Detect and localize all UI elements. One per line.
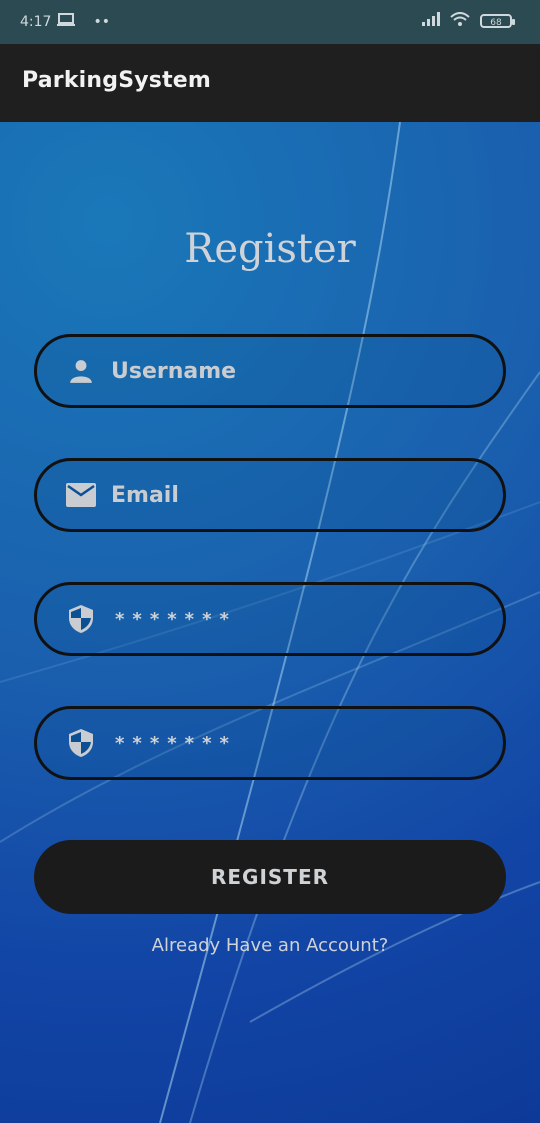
signal-icon xyxy=(422,12,440,30)
username-field[interactable]: Username xyxy=(34,334,506,408)
battery-level: 68 xyxy=(490,18,502,28)
page-title: Register xyxy=(184,226,356,272)
confirm-password-input: ******* xyxy=(115,732,237,754)
wifi-icon xyxy=(450,12,470,30)
app-bar: ParkingSystem xyxy=(0,44,540,122)
shield-icon xyxy=(65,603,97,635)
notification-dots: •• xyxy=(93,14,110,30)
login-link[interactable]: Already Have an Account? xyxy=(0,935,540,956)
username-placeholder: Username xyxy=(111,358,237,384)
screen: 4:17 •• 68 ParkingSystem Register Userna… xyxy=(0,0,540,1123)
app-title: ParkingSystem xyxy=(22,68,212,93)
email-field[interactable]: Email xyxy=(34,458,506,532)
person-icon xyxy=(65,355,97,387)
shield-icon xyxy=(65,727,97,759)
password-field[interactable]: ******* xyxy=(34,582,506,656)
mail-icon xyxy=(65,479,97,511)
status-time: 4:17 xyxy=(20,14,52,30)
laptop-icon xyxy=(57,13,76,31)
battery-icon: 68 xyxy=(480,14,515,28)
register-button[interactable]: REGISTER xyxy=(34,840,506,914)
status-left: 4:17 •• xyxy=(20,13,110,31)
password-input: ******* xyxy=(115,608,237,630)
content: Register Username Email ******* ******* … xyxy=(0,122,540,1123)
status-right: 68 xyxy=(422,12,515,30)
email-placeholder: Email xyxy=(111,482,179,508)
status-bar: 4:17 •• 68 xyxy=(0,0,540,44)
confirm-password-field[interactable]: ******* xyxy=(34,706,506,780)
